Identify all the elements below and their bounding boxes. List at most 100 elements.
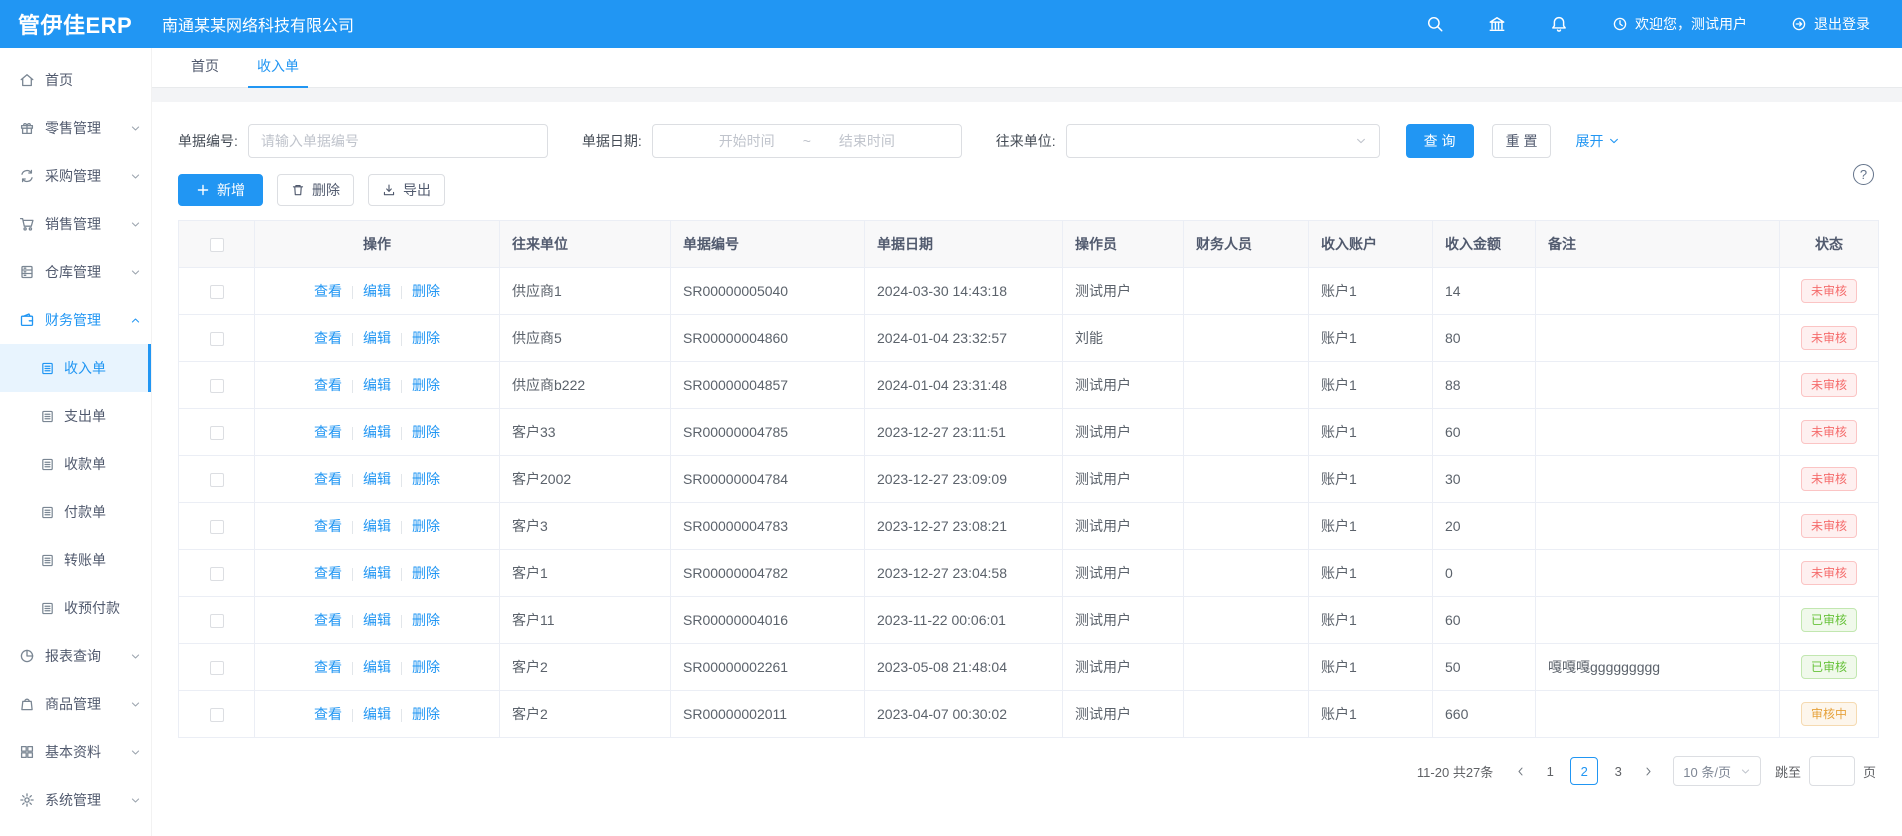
bell-icon[interactable] xyxy=(1550,15,1568,33)
delete-link[interactable]: 删除 xyxy=(412,659,440,675)
sidebar-subitem-income[interactable]: 收入单 xyxy=(0,344,151,392)
sidebar-item-system[interactable]: 系统管理 xyxy=(0,776,151,824)
reset-button[interactable]: 重 置 xyxy=(1492,124,1552,158)
sidebar-item-warehouse[interactable]: 仓库管理 xyxy=(0,248,151,296)
status-badge: 未审核 xyxy=(1801,326,1857,350)
company-name: 南通某某网络科技有限公司 xyxy=(162,12,354,36)
view-link[interactable]: 查看 xyxy=(314,659,342,675)
sidebar-item-home[interactable]: 首页 xyxy=(0,56,151,104)
sidebar-item-sales[interactable]: 销售管理 xyxy=(0,200,151,248)
delete-link[interactable]: 删除 xyxy=(412,330,440,346)
page-button-1[interactable]: 1 xyxy=(1536,757,1564,785)
jump-page-input[interactable] xyxy=(1809,756,1855,786)
row-checkbox[interactable] xyxy=(210,614,224,628)
view-link[interactable]: 查看 xyxy=(314,330,342,346)
expand-link[interactable]: 展开 xyxy=(1575,131,1620,151)
view-link[interactable]: 查看 xyxy=(314,424,342,440)
add-button[interactable]: 新增 xyxy=(178,174,263,206)
sidebar-item-goods[interactable]: 商品管理 xyxy=(0,680,151,728)
delete-link[interactable]: 删除 xyxy=(412,565,440,581)
edit-link[interactable]: 编辑 xyxy=(363,471,391,487)
sidebar-subitem-label: 收入单 xyxy=(64,358,106,378)
prev-page-icon[interactable] xyxy=(1507,757,1533,785)
date-start-placeholder: 开始时间 xyxy=(719,131,775,151)
date-range-picker[interactable]: 开始时间 ~ 结束时间 xyxy=(652,124,962,158)
cell-amount: 14 xyxy=(1433,268,1536,315)
sidebar-item-retail[interactable]: 零售管理 xyxy=(0,104,151,152)
edit-link[interactable]: 编辑 xyxy=(363,612,391,628)
view-link[interactable]: 查看 xyxy=(314,471,342,487)
help-icon[interactable]: ? xyxy=(1853,164,1874,185)
cell-select xyxy=(179,597,255,644)
bill-no-input[interactable] xyxy=(248,124,548,158)
edit-link[interactable]: 编辑 xyxy=(363,424,391,440)
edit-link[interactable]: 编辑 xyxy=(363,659,391,675)
row-checkbox[interactable] xyxy=(210,426,224,440)
row-checkbox[interactable] xyxy=(210,473,224,487)
action-divider xyxy=(352,333,353,346)
row-checkbox[interactable] xyxy=(210,379,224,393)
bank-icon[interactable] xyxy=(1488,15,1506,33)
sidebar-subitem-label: 转账单 xyxy=(64,550,106,570)
delete-link[interactable]: 删除 xyxy=(412,518,440,534)
row-checkbox[interactable] xyxy=(210,332,224,346)
search-button[interactable]: 查 询 xyxy=(1406,124,1474,158)
row-checkbox[interactable] xyxy=(210,567,224,581)
cell-remark xyxy=(1536,550,1780,597)
sidebar-item-basedata[interactable]: 基本资料 xyxy=(0,728,151,776)
edit-link[interactable]: 编辑 xyxy=(363,330,391,346)
export-button[interactable]: 导出 xyxy=(368,174,445,206)
view-link[interactable]: 查看 xyxy=(314,283,342,299)
edit-link[interactable]: 编辑 xyxy=(363,518,391,534)
delete-link[interactable]: 删除 xyxy=(412,612,440,628)
edit-link[interactable]: 编辑 xyxy=(363,377,391,393)
table-header-row: 操作往来单位单据编号单据日期操作员财务人员收入账户收入金额备注状态 xyxy=(179,221,1879,268)
action-divider xyxy=(352,427,353,440)
next-page-icon[interactable] xyxy=(1635,757,1661,785)
delete-link[interactable]: 删除 xyxy=(412,424,440,440)
partner-select[interactable] xyxy=(1066,124,1380,158)
plus-icon xyxy=(196,183,210,197)
delete-link[interactable]: 删除 xyxy=(412,706,440,722)
cell-bill_date: 2023-05-08 21:48:04 xyxy=(865,644,1063,691)
sidebar-subitem-expense[interactable]: 支出单 xyxy=(0,392,151,440)
row-checkbox[interactable] xyxy=(210,520,224,534)
search-icon[interactable] xyxy=(1426,15,1444,33)
view-link[interactable]: 查看 xyxy=(314,565,342,581)
page-button-3[interactable]: 3 xyxy=(1604,757,1632,785)
page-button-2[interactable]: 2 xyxy=(1570,757,1598,785)
sidebar-subitem-payment[interactable]: 付款单 xyxy=(0,488,151,536)
col-operator: 操作员 xyxy=(1063,221,1184,268)
tab-home[interactable]: 首页 xyxy=(182,56,228,87)
sidebar-subitem-receipt[interactable]: 收款单 xyxy=(0,440,151,488)
view-link[interactable]: 查看 xyxy=(314,518,342,534)
view-link[interactable]: 查看 xyxy=(314,612,342,628)
select-all-checkbox[interactable] xyxy=(210,238,224,252)
view-link[interactable]: 查看 xyxy=(314,377,342,393)
edit-link[interactable]: 编辑 xyxy=(363,283,391,299)
row-checkbox[interactable] xyxy=(210,285,224,299)
tab-income[interactable]: 收入单 xyxy=(248,56,308,87)
delete-link[interactable]: 删除 xyxy=(412,471,440,487)
delete-link[interactable]: 删除 xyxy=(412,377,440,393)
sidebar-subitem-transfer[interactable]: 转账单 xyxy=(0,536,151,584)
welcome-user[interactable]: 欢迎您，测试用户 xyxy=(1612,14,1747,34)
delete-button[interactable]: 删除 xyxy=(277,174,354,206)
cell-status: 未审核 xyxy=(1780,456,1879,503)
col-amount: 收入金额 xyxy=(1433,221,1536,268)
chevron-down-icon xyxy=(130,795,141,806)
edit-link[interactable]: 编辑 xyxy=(363,565,391,581)
cell-amount: 60 xyxy=(1433,409,1536,456)
row-checkbox[interactable] xyxy=(210,661,224,675)
cell-partner: 客户2 xyxy=(500,691,671,738)
sidebar-item-report[interactable]: 报表查询 xyxy=(0,632,151,680)
logout-button[interactable]: 退出登录 xyxy=(1791,14,1870,34)
view-link[interactable]: 查看 xyxy=(314,706,342,722)
sidebar-item-purchase[interactable]: 采购管理 xyxy=(0,152,151,200)
edit-link[interactable]: 编辑 xyxy=(363,706,391,722)
delete-link[interactable]: 删除 xyxy=(412,283,440,299)
row-checkbox[interactable] xyxy=(210,708,224,722)
sidebar-subitem-advance[interactable]: 收预付款 xyxy=(0,584,151,632)
sidebar-item-finance[interactable]: 财务管理 xyxy=(0,296,151,344)
page-size-select[interactable]: 10 条/页 xyxy=(1673,756,1761,786)
